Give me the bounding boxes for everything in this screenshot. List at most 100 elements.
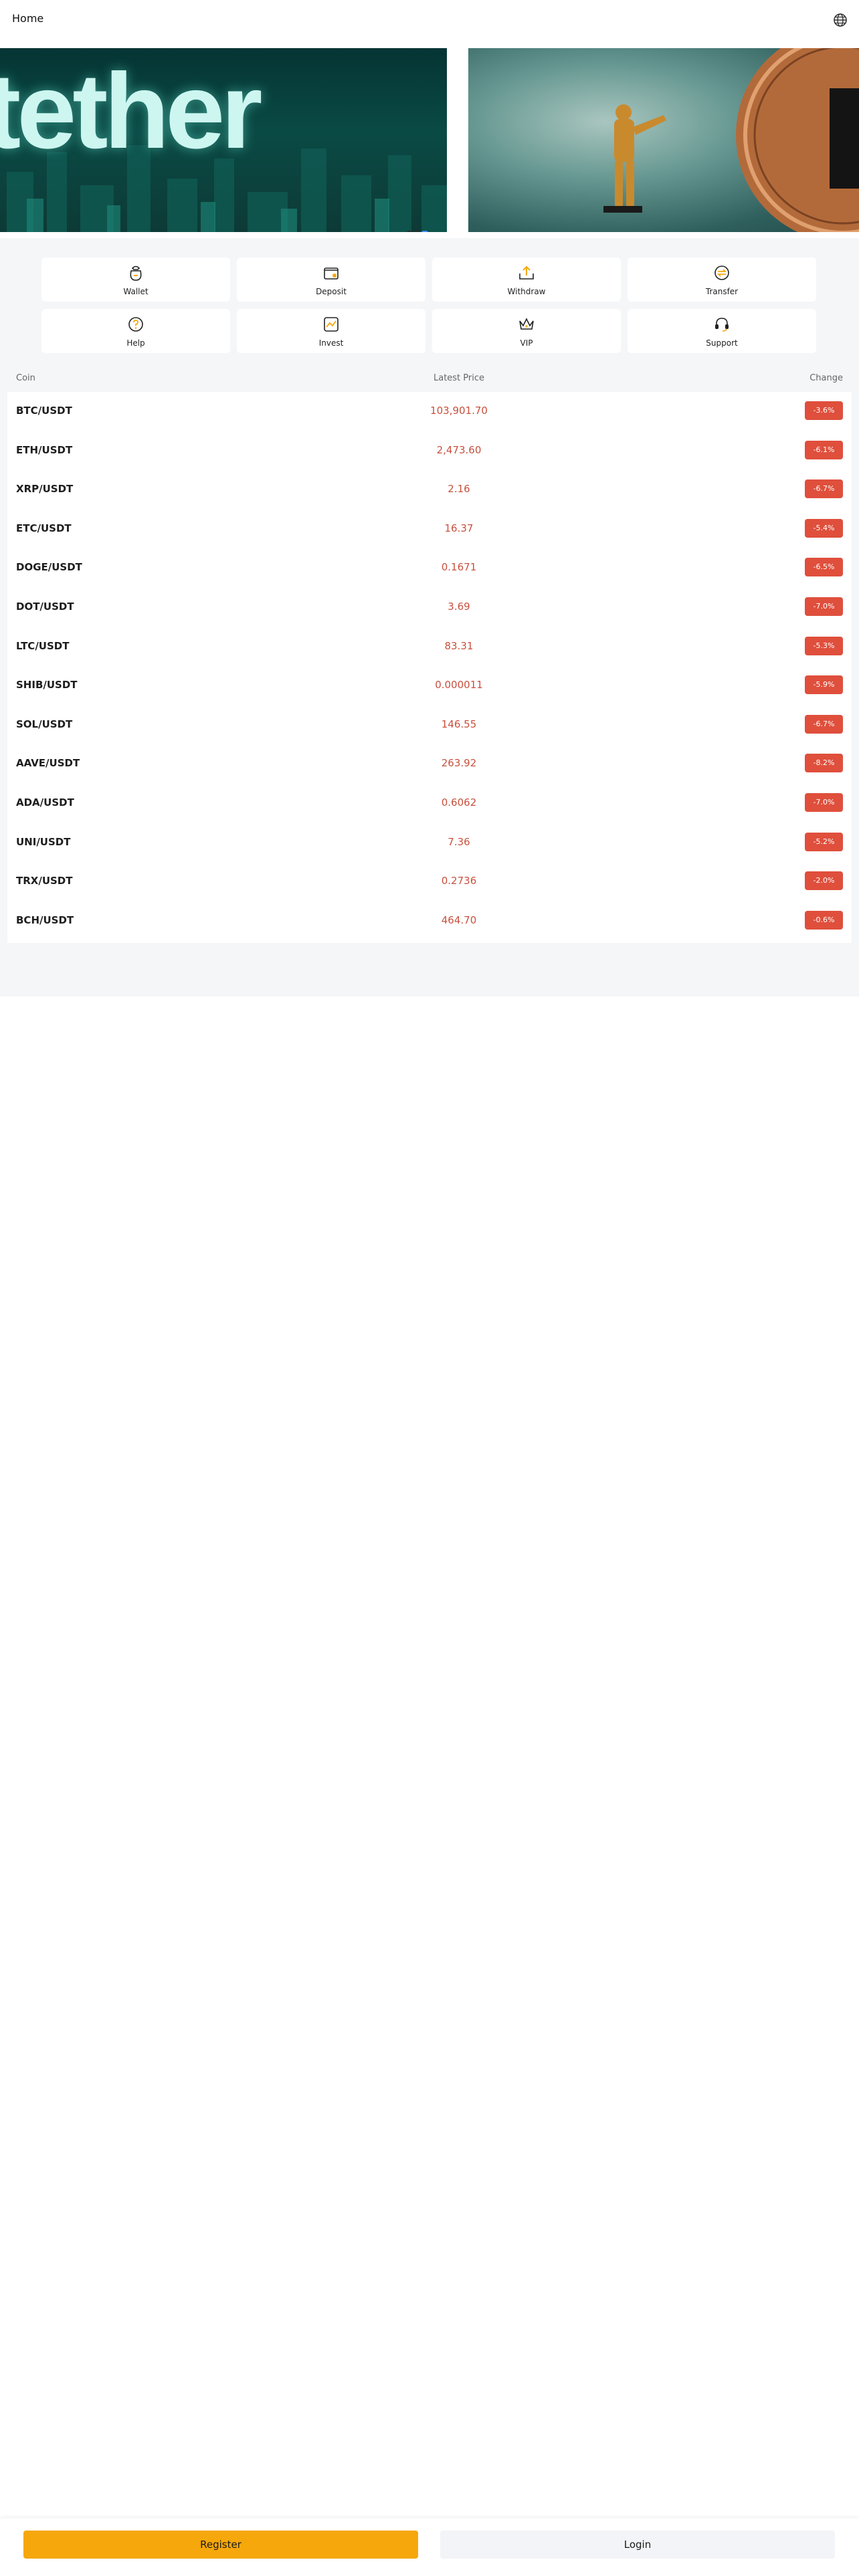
coin-pair: BCH/USDT bbox=[16, 914, 74, 926]
withdraw-button[interactable]: Withdraw bbox=[432, 257, 621, 302]
deposit-label: Deposit bbox=[316, 287, 347, 296]
market-row[interactable]: XRP/USDT 2.16 -6.7% bbox=[7, 470, 852, 509]
coin-pair: ETH/USDT bbox=[16, 443, 73, 456]
login-button[interactable]: Login bbox=[440, 2531, 835, 2559]
market-row[interactable]: BCH/USDT 464.70 -0.6% bbox=[7, 901, 852, 940]
market-row[interactable]: SOL/USDT 146.55 -6.7% bbox=[7, 706, 852, 744]
column-header-price: Latest Price bbox=[433, 373, 485, 383]
latest-price: 83.31 bbox=[444, 639, 474, 652]
page-title: Home bbox=[12, 12, 44, 25]
market-row[interactable]: LTC/USDT 83.31 -5.3% bbox=[7, 627, 852, 666]
market-row[interactable]: UNI/USDT 7.36 -5.2% bbox=[7, 823, 852, 862]
market-row[interactable]: DOGE/USDT 0.1671 -6.5% bbox=[7, 548, 852, 587]
change-badge: -3.6% bbox=[805, 401, 843, 420]
market-row[interactable]: ETH/USDT 2,473.60 -6.1% bbox=[7, 431, 852, 470]
coin-pair: UNI/USDT bbox=[16, 835, 71, 848]
column-header-coin: Coin bbox=[16, 373, 35, 383]
coin-pair: SHIB/USDT bbox=[16, 679, 78, 691]
wallet-button[interactable]: Wallet bbox=[41, 257, 230, 302]
coin-pair: BTC/USDT bbox=[16, 405, 72, 417]
vip-label: VIP bbox=[520, 338, 533, 348]
support-button[interactable]: Support bbox=[628, 309, 816, 353]
invest-label: Invest bbox=[318, 338, 344, 348]
latest-price: 2,473.60 bbox=[436, 443, 482, 456]
coin-pair: ADA/USDT bbox=[16, 796, 74, 809]
headset-icon bbox=[715, 318, 729, 332]
latest-price: 7.36 bbox=[448, 835, 470, 848]
change-badge: -5.2% bbox=[805, 832, 843, 851]
change-badge: -2.0% bbox=[805, 871, 843, 891]
vip-button[interactable]: VIP bbox=[432, 309, 621, 353]
market-row[interactable]: SHIB/USDT 0.000011 -5.9% bbox=[7, 666, 852, 705]
latest-price: 0.6062 bbox=[441, 796, 477, 809]
latest-price: 2.16 bbox=[448, 483, 470, 496]
help-icon bbox=[128, 317, 143, 332]
deposit-icon bbox=[324, 267, 339, 280]
deposit-button[interactable]: Deposit bbox=[237, 257, 425, 302]
banner-carousel[interactable]: tether bbox=[0, 48, 859, 232]
coin-pair: SOL/USDT bbox=[16, 718, 73, 730]
change-badge: -5.3% bbox=[805, 636, 843, 655]
market-row[interactable]: AAVE/USDT 263.92 -8.2% bbox=[7, 744, 852, 783]
coin-pair: DOGE/USDT bbox=[16, 561, 82, 574]
change-badge: -7.0% bbox=[805, 597, 843, 616]
market-row[interactable]: ETC/USDT 16.37 -5.4% bbox=[7, 510, 852, 548]
carousel-indicator[interactable] bbox=[407, 225, 430, 232]
change-badge: -0.6% bbox=[805, 910, 843, 930]
banner-slide-bitcoin[interactable] bbox=[468, 48, 859, 232]
market-row[interactable]: ADA/USDT 0.6062 -7.0% bbox=[7, 784, 852, 823]
bitcoin-figure-graphic bbox=[603, 48, 859, 232]
app-header: Home bbox=[0, 0, 859, 41]
invest-button[interactable]: Invest bbox=[237, 309, 425, 353]
latest-price: 103,901.70 bbox=[430, 405, 488, 417]
latest-price: 146.55 bbox=[441, 718, 477, 730]
withdraw-icon bbox=[519, 265, 534, 280]
latest-price: 464.70 bbox=[441, 914, 477, 926]
change-badge: -8.2% bbox=[805, 754, 843, 773]
coin-pair: DOT/USDT bbox=[16, 601, 74, 613]
carousel-dot[interactable] bbox=[407, 231, 412, 232]
change-badge: -6.7% bbox=[805, 479, 843, 499]
coin-pair: TRX/USDT bbox=[16, 875, 73, 887]
support-label: Support bbox=[706, 338, 738, 348]
globe-icon[interactable] bbox=[832, 12, 848, 28]
wallet-icon bbox=[130, 265, 142, 281]
coin-pair: LTC/USDT bbox=[16, 639, 70, 652]
banner-slide-tether[interactable]: tether bbox=[0, 48, 447, 232]
wallet-label: Wallet bbox=[123, 287, 149, 296]
market-table-header: Coin Latest Price Change bbox=[7, 368, 852, 392]
help-label: Help bbox=[126, 338, 145, 348]
coin-pair: AAVE/USDT bbox=[16, 757, 80, 770]
change-badge: -5.9% bbox=[805, 675, 843, 695]
crown-icon bbox=[519, 318, 534, 330]
latest-price: 263.92 bbox=[441, 757, 477, 770]
change-badge: -6.1% bbox=[805, 440, 843, 459]
latest-price: 0.000011 bbox=[435, 679, 483, 691]
change-badge: -6.5% bbox=[805, 558, 843, 577]
coin-pair: ETC/USDT bbox=[16, 522, 72, 534]
latest-price: 16.37 bbox=[444, 522, 474, 534]
market-row[interactable]: TRX/USDT 0.2736 -2.0% bbox=[7, 862, 852, 901]
help-button[interactable]: Help bbox=[41, 309, 230, 353]
market-row[interactable]: DOT/USDT 3.69 -7.0% bbox=[7, 588, 852, 627]
market-table: Coin Latest Price Change BTC/USDT 103,901… bbox=[7, 368, 852, 943]
market-row[interactable]: BTC/USDT 103,901.70 -3.6% bbox=[7, 392, 852, 431]
transfer-button[interactable]: Transfer bbox=[628, 257, 816, 302]
coin-pair: XRP/USDT bbox=[16, 483, 74, 496]
invest-icon bbox=[324, 317, 339, 332]
register-button[interactable]: Register bbox=[23, 2531, 418, 2559]
transfer-icon bbox=[714, 265, 729, 280]
change-badge: -5.4% bbox=[805, 518, 843, 538]
carousel-dot-active[interactable] bbox=[421, 231, 428, 232]
column-header-change: Change bbox=[809, 373, 843, 383]
change-badge: -7.0% bbox=[805, 793, 843, 812]
latest-price: 3.69 bbox=[448, 601, 470, 613]
transfer-label: Transfer bbox=[705, 287, 739, 296]
banner-slide-title: tether bbox=[0, 51, 263, 171]
latest-price: 0.1671 bbox=[441, 561, 477, 574]
carousel-dot[interactable] bbox=[414, 231, 419, 232]
latest-price: 0.2736 bbox=[441, 875, 477, 887]
withdraw-label: Withdraw bbox=[507, 287, 546, 296]
bottom-action-bar: Register Login bbox=[0, 2518, 859, 2576]
change-badge: -6.7% bbox=[805, 714, 843, 734]
